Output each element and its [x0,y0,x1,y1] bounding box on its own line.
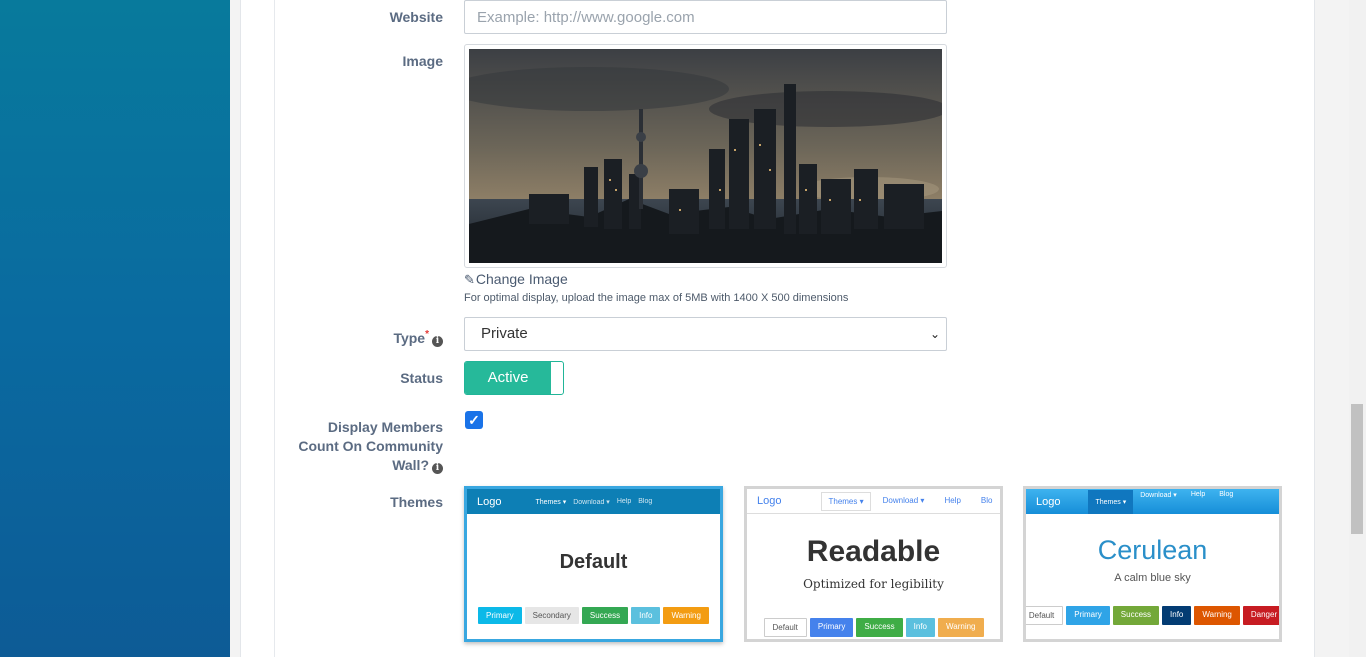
theme-card-cerulean[interactable]: Logo Themes ▾ Download ▾ Help Blog Cerul… [1023,486,1282,642]
community-image [464,44,947,268]
theme-button: Success [856,618,903,637]
info-icon[interactable]: i [432,463,443,474]
scrollbar-thumb[interactable] [1351,404,1363,534]
status-label: Status [400,370,443,386]
theme-nav-item: Themes ▾ [821,491,871,511]
theme-card-default[interactable]: Logo Themes ▾ Download ▾ Help Blog Defau… [464,486,723,642]
website-input[interactable] [464,0,947,34]
theme-nav-item: Help [1190,490,1206,498]
theme-buttons: Default Primary Success Info Warning [747,618,1000,637]
divider-left [274,0,275,657]
theme-button: Info [1162,606,1192,625]
theme-button: Secondary [524,607,579,624]
page-scrollbar[interactable] [1349,0,1366,657]
theme-navbar: Logo Themes ▾ Download ▾ Help Blog [1026,489,1279,514]
theme-logo: Logo [1036,495,1061,508]
theme-nav-item: Help [616,497,632,505]
status-toggle[interactable]: Active [464,361,564,395]
sidebar [0,0,230,657]
theme-nav-item: Blog [638,497,653,505]
city-skyline-image [469,49,942,263]
theme-button: Info [905,618,935,637]
theme-nav-item: Download ▾ [882,495,925,505]
theme-nav-item: Blo [980,495,993,505]
theme-button: Warning [1194,606,1240,625]
required-mark: * [425,329,429,340]
type-select-value: Private [481,325,528,342]
display-members-line1: Display Members [327,419,443,435]
theme-button: Primary [478,607,522,624]
theme-button: Default [1026,606,1064,625]
theme-nav-item: Blog [1219,490,1234,498]
theme-button: Warning [663,607,709,624]
edit-icon: ✎ [464,272,475,287]
type-label-text: Type [393,330,426,346]
theme-navbar: Logo Themes ▾ Download ▾ Help Blog [467,489,720,514]
chevron-down-icon: ⌄ [929,327,940,341]
theme-subtitle: Optimized for legibility [803,577,944,591]
theme-logo: Logo [477,495,502,508]
theme-nav-item: Help [944,495,961,505]
theme-button: Success [1112,606,1160,625]
theme-nav-item: Download ▾ [573,498,610,506]
theme-buttons: Primary Secondary Success Info Warning [467,607,720,624]
change-image-link[interactable]: ✎Change Image [464,271,568,288]
theme-logo: Logo [757,495,782,507]
image-hint: For optimal display, upload the image ma… [464,292,849,304]
theme-nav-item: Download ▾ [1140,491,1177,499]
theme-nav-item: Themes ▾ [535,498,567,506]
theme-title: Cerulean [1097,535,1208,565]
themes-label: Themes [390,494,443,510]
status-toggle-label: Active [465,362,551,394]
display-members-checkbox[interactable]: ✓ [465,411,483,429]
theme-nav-item: Themes ▾ [1088,489,1134,514]
display-members-line2: Count On Community [298,438,443,454]
type-label: Type*i [393,325,443,348]
website-label: Website [389,9,443,25]
theme-button: Danger [1242,606,1279,625]
theme-button: Warning [938,618,984,637]
change-image-label: Change Image [475,271,568,287]
theme-subtitle: A calm blue sky [1114,572,1191,584]
theme-title: Readable [806,535,941,568]
theme-navbar: Logo Themes ▾ Download ▾ Help Blo [747,489,1000,514]
image-label: Image [402,53,443,69]
display-members-label: Display Members Count On Community Wall?… [298,418,443,475]
theme-button: Info [631,607,661,624]
type-select[interactable]: Private ⌄ [464,317,947,351]
theme-button: Success [581,607,629,624]
display-members-line3: Wall? [392,457,429,473]
theme-card-readable[interactable]: Logo Themes ▾ Download ▾ Help Blo Readab… [744,486,1003,642]
info-icon[interactable]: i [432,336,443,347]
theme-button: Primary [809,618,854,637]
theme-buttons: Default Primary Success Info Warning Dan… [1026,606,1279,625]
theme-button: Primary [1066,606,1110,625]
theme-title: Default [559,551,628,573]
theme-button: Default [763,618,807,637]
